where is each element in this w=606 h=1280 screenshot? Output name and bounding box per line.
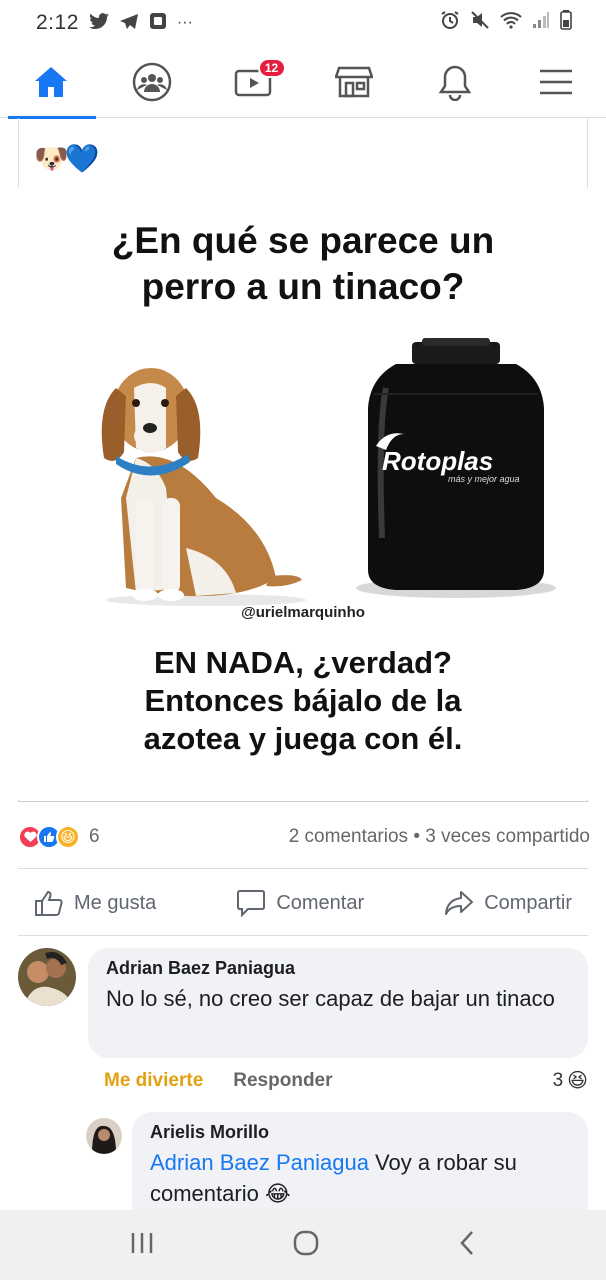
tank-tagline-text: más y mejor agua (448, 474, 520, 484)
thumbs-up-icon (35, 890, 63, 916)
reply-text: Adrian Baez Paniagua Voy a robar su come… (150, 1147, 570, 1209)
comment-button[interactable]: Comentar (236, 889, 364, 917)
tank-brand-text: Rotoplas (382, 446, 493, 476)
comment-reaction-count: 3 (552, 1069, 564, 1091)
status-right (440, 10, 572, 36)
comment-label: Comentar (276, 891, 365, 914)
facebook-top-nav: 12 (0, 46, 606, 119)
system-navigation-bar (0, 1210, 606, 1280)
comment-text: No lo sé, no creo ser capaz de bajar un … (106, 986, 555, 1011)
share-label: Compartir (484, 891, 572, 914)
comment-actions: Me divierte Responder 3 😆 (104, 1068, 588, 1093)
telegram-icon (119, 13, 139, 34)
recent-apps-icon (131, 1232, 152, 1253)
mention-link[interactable]: Adrian Baez Paniagua (150, 1150, 369, 1175)
post-image[interactable]: ¿En qué se parece un perro a un tinaco? (18, 190, 588, 802)
avatar[interactable] (86, 1118, 122, 1154)
comment-icon (237, 890, 266, 917)
comment-author[interactable]: Adrian Baez Paniagua (106, 958, 570, 979)
nav-menu[interactable] (511, 46, 601, 118)
nav-groups[interactable] (107, 46, 197, 118)
bell-icon (438, 65, 471, 101)
meme-answer-line2: Entonces bájalo de la (144, 683, 462, 718)
post-text-emojis: 🐶💙 (34, 143, 100, 174)
comments-shares-count[interactable]: 2 comentarios • 3 veces compartido (289, 826, 590, 848)
haha-emoji-icon: 😆 (567, 1070, 588, 1092)
nav-home[interactable] (6, 46, 96, 119)
wifi-icon (500, 11, 522, 35)
signal-icon (532, 11, 550, 35)
avatar[interactable] (18, 948, 76, 1006)
notification-badge: 12 (257, 57, 286, 78)
nav-notifications[interactable] (410, 46, 500, 118)
meme-question-line1: ¿En qué se parece un (111, 220, 495, 261)
share-icon (445, 891, 474, 915)
clock: 2:12 (36, 11, 79, 34)
more-notifications-icon: ··· (176, 14, 193, 31)
comment-reaction-summary[interactable]: 3 😆 (553, 1068, 588, 1093)
haha-reaction-icon: 😆 (56, 825, 80, 849)
home-icon (34, 66, 67, 97)
status-bar: 2:12 ··· (0, 0, 606, 46)
like-button[interactable]: Me gusta (34, 889, 156, 917)
reactions-summary: 😆 6 2 comentarios • 3 veces compartido (18, 822, 590, 852)
app-notification-icon (149, 12, 167, 34)
post-actions: Me gusta Comentar Compartir (18, 872, 588, 934)
twitter-icon (88, 12, 109, 34)
status-left: 2:12 ··· (36, 11, 193, 35)
like-label: Me gusta (74, 891, 157, 914)
alarm-icon (440, 10, 460, 36)
recent-apps-button[interactable] (129, 1231, 155, 1260)
reply-author[interactable]: Arielis Morillo (150, 1122, 570, 1143)
meme-answer-line1: EN NADA, ¿verdad? (154, 645, 452, 680)
meme-question: ¿En qué se parece un perro a un tinaco? (18, 218, 588, 310)
home-button[interactable] (292, 1229, 320, 1262)
marketplace-icon (334, 66, 373, 97)
haha-reaction-button[interactable]: Me divierte (104, 1070, 203, 1092)
reaction-icons[interactable]: 😆 6 (18, 825, 100, 849)
comment-bubble: Adrian Baez Paniagua No lo sé, no creo s… (88, 948, 588, 1058)
groups-icon (132, 62, 171, 101)
battery-icon (560, 10, 572, 36)
post-frame-bottom (18, 800, 588, 802)
nav-marketplace[interactable] (309, 46, 399, 118)
reply-bubble: Arielis Morillo Adrian Baez Paniagua Voy… (132, 1112, 588, 1222)
reply-button[interactable]: Responder (233, 1070, 332, 1092)
beagle-dog-illustration (101, 368, 306, 606)
meme-credit: @urielmarquinho (241, 604, 365, 621)
meme-question-line2: perro a un tinaco? (141, 266, 465, 307)
post-frame-top (18, 118, 588, 188)
back-chevron-icon (460, 1230, 474, 1255)
back-button[interactable] (457, 1229, 477, 1262)
nav-watch[interactable]: 12 (208, 46, 298, 118)
meme-answer-line3: azotea y juega con él. (143, 721, 463, 756)
divider (18, 935, 588, 936)
hamburger-menu-icon (539, 69, 572, 94)
water-tank-illustration: Rotoplas más y mejor agua (356, 338, 556, 598)
divider (18, 868, 588, 869)
meme-answer: EN NADA, ¿verdad? Entonces bájalo de la … (18, 644, 588, 758)
reaction-count[interactable]: 6 (89, 826, 100, 848)
home-circle-icon (293, 1230, 319, 1255)
share-button[interactable]: Compartir (444, 889, 572, 917)
mute-icon (470, 10, 490, 36)
